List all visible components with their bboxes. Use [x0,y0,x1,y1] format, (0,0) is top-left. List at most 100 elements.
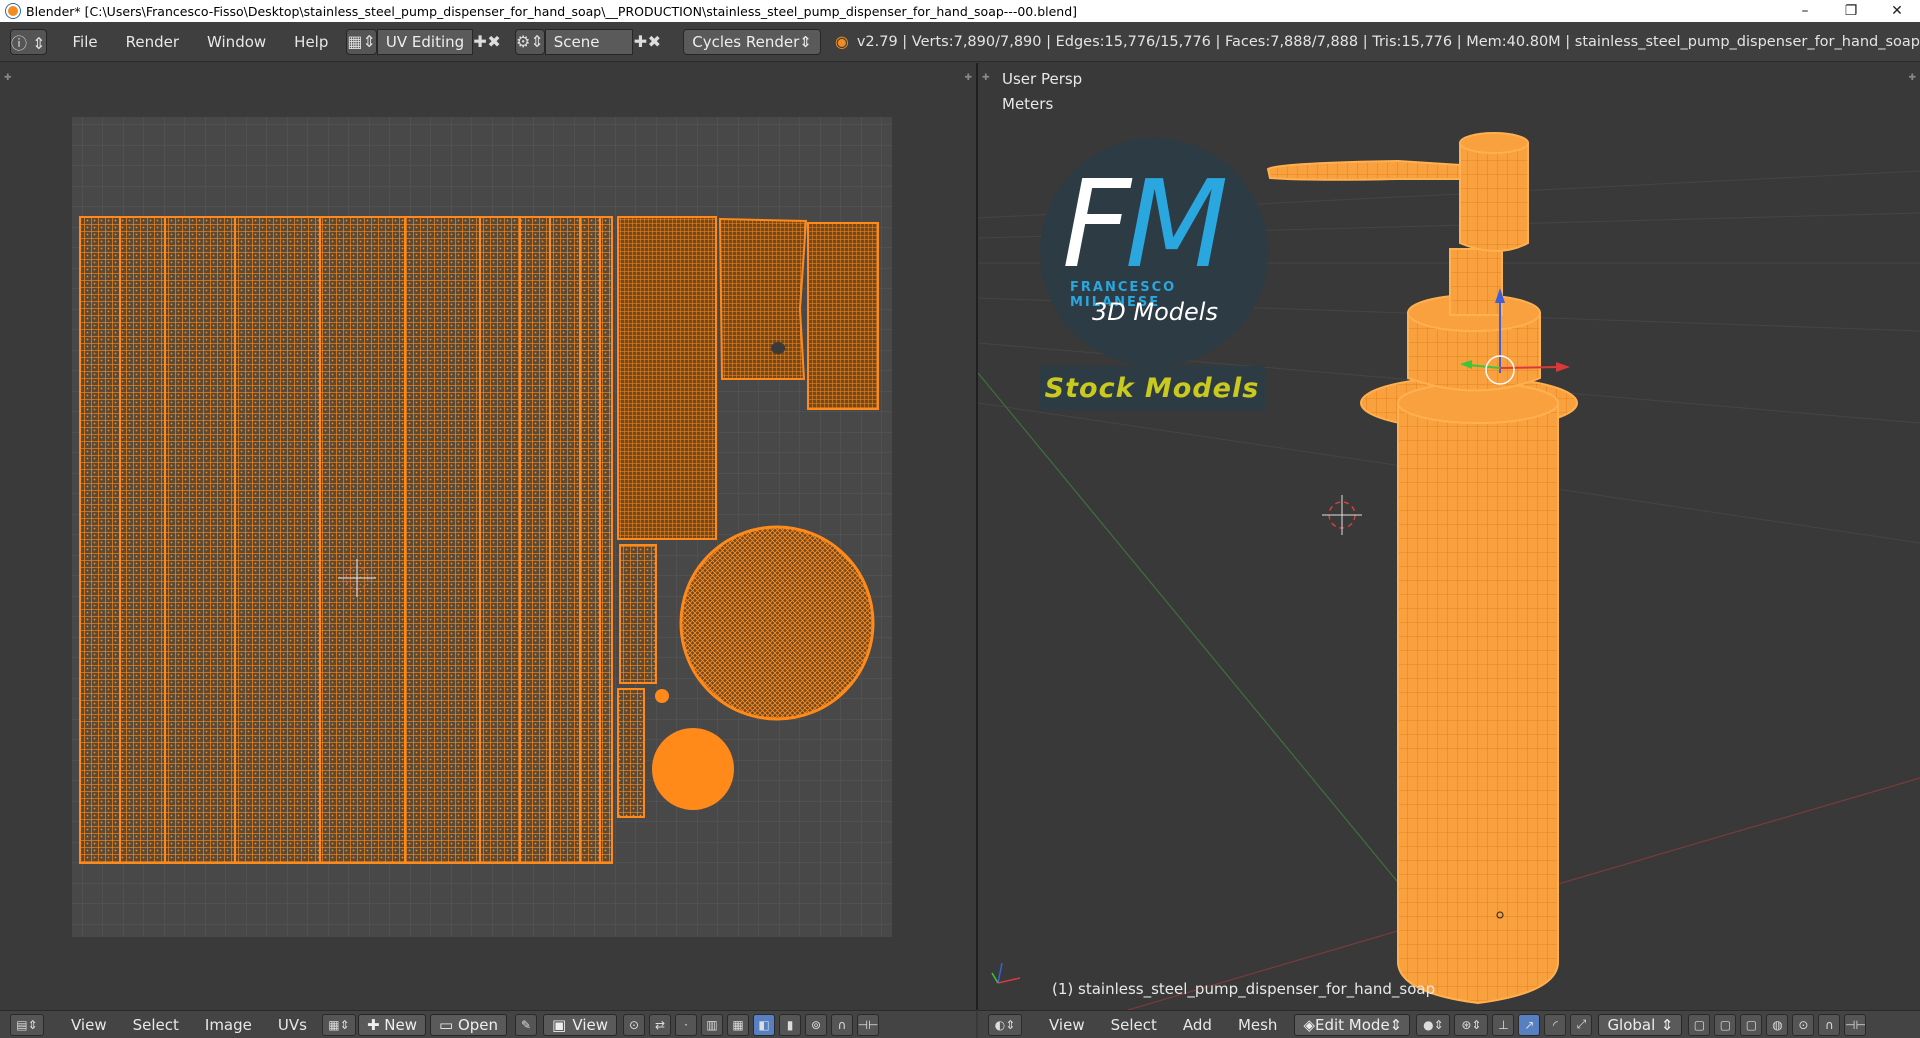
view-name-label: User Persp [1002,70,1083,88]
uv-menu-view[interactable]: View [58,1016,120,1034]
snap-icon[interactable]: ∩ [831,1013,854,1036]
logo-models-text: 3D Models [1092,298,1218,326]
blender-app-icon [6,4,20,18]
add-screen-icon[interactable]: ✚ [473,29,487,55]
sync-selection-icon[interactable]: ⇄ [649,1013,672,1036]
uv-canvas[interactable] [0,63,976,1010]
pivot-point-icon[interactable]: ⊛⇕ [1454,1013,1489,1036]
y-axis-line [978,372,1449,944]
pin-icon[interactable]: ✎ [515,1013,538,1036]
uv-island-nozzle[interactable] [718,217,808,380]
dropdown-arrows-icon: ⇕ [799,32,812,51]
layer-button-icon[interactable]: ▢ [1714,1013,1737,1036]
stock-models-banner: Stock Models [1039,366,1265,410]
logo-letter-f: F [1062,156,1131,295]
uv-island-dot[interactable] [655,689,669,703]
occlude-geometry-icon[interactable]: ◍ [1766,1013,1789,1036]
plus-icon: ✚ [366,1015,385,1034]
delete-screen-icon[interactable]: ✖ [487,29,501,55]
info-editor-type-icon[interactable]: ⓘ ⇕ [10,28,47,55]
window-title: Blender* [C:\Users\Francesco-Fisso\Deskt… [26,3,1078,19]
transform-orientation-label: Global [1607,1015,1656,1034]
window-titlebar: Blender* [C:\Users\Francesco-Fisso\Deskt… [0,0,1920,22]
menu-render[interactable]: Render [112,33,193,51]
uv-island-body[interactable] [79,216,613,864]
vp-menu-mesh[interactable]: Mesh [1225,1016,1291,1034]
scene-label: Scene [553,32,600,51]
menu-help[interactable]: Help [280,33,342,51]
logo-monogram: FM [1062,166,1229,286]
uv-island-neck[interactable] [617,216,717,540]
add-scene-icon[interactable]: ✚ [633,29,647,55]
viewport-shading-icon[interactable]: ●⇕ [1416,1013,1451,1036]
uv-island-ring[interactable] [619,544,657,684]
transform-orientation-dropdown[interactable]: Global ⇕ [1598,1013,1683,1036]
uv-island-hole [771,342,785,354]
uv-menu-image[interactable]: Image [192,1016,265,1034]
logo-letter-m: M [1125,156,1229,295]
uv-editor-header: ▤⇕ View Select Image UVs ▦⇕ ✚ New ▭ Open… [0,1010,976,1038]
info-header: ⓘ ⇕ File Render Window Help ▦⇕ UV Editin… [0,22,1920,62]
scene-field[interactable]: Scene [544,28,634,55]
snap-target-icon[interactable]: ⊣⊢ [1844,1013,1867,1036]
snap-icon[interactable]: ∩ [1818,1013,1841,1036]
layer-button-icon[interactable]: ▢ [1740,1013,1763,1036]
uv-island-top-disk[interactable] [652,728,734,810]
area-split-corner-icon[interactable]: ✚ [4,73,12,83]
uv-menu-select[interactable]: Select [120,1016,192,1034]
open-image-label: Open [457,1015,499,1034]
snap-target-icon[interactable]: ⊣⊢ [857,1013,880,1036]
image-browse-icon[interactable]: ▦⇕ [321,1013,356,1036]
open-image-button[interactable]: ▭ Open [430,1013,508,1036]
manipulator-toggle-icon[interactable]: ⊥ [1492,1013,1515,1036]
scene-icon[interactable]: ⚙⇕ [515,28,545,55]
vp-menu-add[interactable]: Add [1170,1016,1225,1034]
interaction-mode-label: Edit Mode [1314,1015,1390,1034]
3d-viewport-header: ◐⇕ View Select Add Mesh ◈ Edit Mode ⇕ ●⇕ ⊛… [978,1010,1920,1038]
uv-image-editor[interactable]: ✚ ✚ [0,63,976,1010]
proportional-edit-icon[interactable]: ⊚ [805,1013,828,1036]
minimize-button[interactable]: – [1782,0,1828,22]
translate-manipulator-icon[interactable]: ↗ [1518,1013,1541,1036]
uv-island-stem[interactable] [617,688,645,818]
blender-logo-icon: ◉ [834,32,849,51]
screen-layout-icon[interactable]: ▦⇕ [346,28,377,55]
screen-layout-field[interactable]: UV Editing [376,28,474,55]
editor-type-icon[interactable]: ▤⇕ [10,1013,44,1036]
rotate-manipulator-icon[interactable]: ◜ [1544,1013,1567,1036]
editor-type-icon[interactable]: ◐⇕ [988,1013,1022,1036]
watermark-logo: FM FRANCESCO MILANESE 3D Models [1040,138,1268,366]
face-select-icon[interactable]: ▦ [727,1013,750,1036]
interaction-mode-dropdown[interactable]: ◈ Edit Mode ⇕ [1294,1013,1411,1036]
edge-select-icon[interactable]: ▥ [701,1013,724,1036]
new-image-button[interactable]: ✚ New [357,1013,426,1036]
sticky-selection-icon[interactable]: ▮ [779,1013,802,1036]
screen-layout-label: UV Editing [385,32,465,51]
scene-stats: v2.79 | Verts:7,890/7,890 | Edges:15,776… [856,33,1920,50]
view-mode-icon: ▣ [552,1015,567,1034]
delete-scene-icon[interactable]: ✖ [647,29,661,55]
uv-menu-uvs[interactable]: UVs [265,1016,320,1034]
menu-file[interactable]: File [59,33,112,51]
edit-mode-icon: ◈ [1303,1015,1315,1034]
3d-cursor-icon[interactable] [1322,495,1362,535]
uv-view-mode-dropdown[interactable]: ▣ View [543,1013,618,1036]
pivot-icon[interactable]: ⊙ [623,1013,646,1036]
scale-manipulator-icon[interactable]: ⤢ [1570,1013,1593,1036]
menu-window[interactable]: Window [193,33,280,51]
stock-models-text: Stock Models [1044,372,1260,404]
view-axis-icon [991,962,1021,984]
uv-island-bottom-disk[interactable] [679,525,875,721]
layer-button-icon[interactable]: ▢ [1688,1013,1711,1036]
render-engine-dropdown[interactable]: Cycles Render ⇕ [683,28,821,55]
restore-button[interactable]: ❐ [1828,0,1874,22]
uv-island-cap[interactable] [807,222,879,410]
proportional-edit-icon[interactable]: ⊙ [1792,1013,1815,1036]
vp-menu-select[interactable]: Select [1098,1016,1170,1034]
area-split-corner-icon[interactable]: ✚ [964,73,972,83]
vp-menu-view[interactable]: View [1036,1016,1098,1034]
island-select-icon[interactable]: ◧ [753,1013,776,1036]
vertex-select-icon[interactable]: · [675,1013,698,1036]
close-button[interactable]: ✕ [1874,0,1920,22]
new-image-label: New [384,1015,417,1034]
